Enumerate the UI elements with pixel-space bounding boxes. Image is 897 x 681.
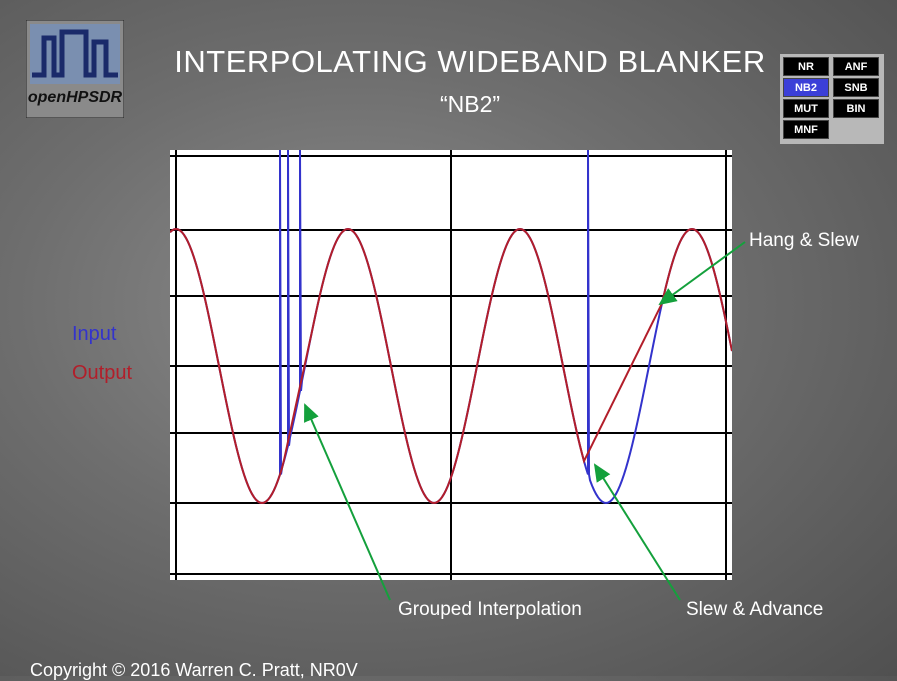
slew-advance-annotation: Slew & Advance (686, 599, 824, 620)
mut-button[interactable]: MUT (783, 99, 829, 118)
svg-text:openHPSDR: openHPSDR (28, 89, 123, 106)
hang-slew-annotation: Hang & Slew (749, 230, 859, 251)
bin-button[interactable]: BIN (833, 99, 879, 118)
copyright-text: Copyright © 2016 Warren C. Pratt, NR0V (30, 660, 358, 680)
grouped-interpolation-annotation: Grouped Interpolation (398, 599, 582, 620)
waveform-chart (169, 149, 733, 580)
mnf-button[interactable]: MNF (783, 120, 829, 139)
openhpsdr-logo: openHPSDR (25, 19, 125, 119)
legend-input-label: Input (72, 323, 117, 345)
snb-button[interactable]: SNB (833, 78, 879, 97)
nb2-button[interactable]: NB2 (783, 78, 829, 97)
mode-button-panel: NR ANF NB2 SNB MUT BIN MNF (780, 54, 884, 144)
page-title: INTERPOLATING WIDEBAND BLANKER (174, 44, 766, 79)
legend-output-label: Output (72, 362, 133, 384)
nr-button[interactable]: NR (783, 57, 829, 76)
anf-button[interactable]: ANF (833, 57, 879, 76)
page-subtitle: “NB2” (439, 91, 501, 117)
